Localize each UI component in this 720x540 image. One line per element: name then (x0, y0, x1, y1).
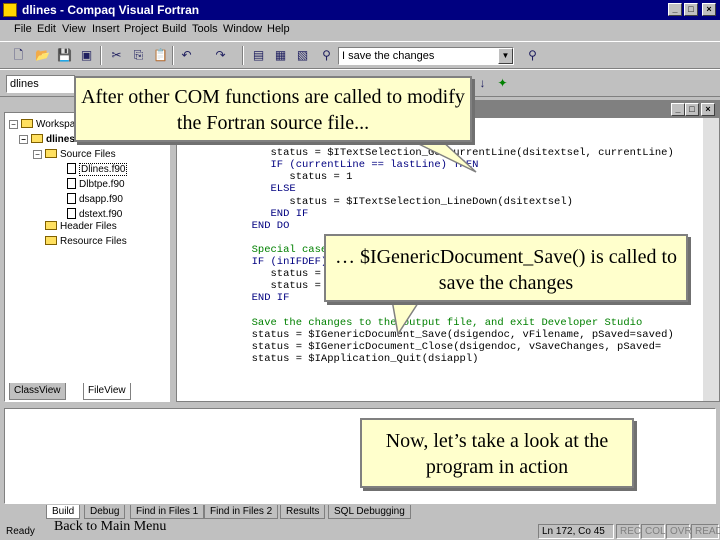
back-to-main-menu-link[interactable]: Back to Main Menu (54, 519, 166, 535)
callout-second: … $IGenericDocument_Save() is called to … (324, 234, 688, 302)
callout-pointer-second (391, 299, 422, 337)
callout-first: After other COM functions are called to … (74, 76, 472, 142)
callout-third: Now, let’s take a look at the program in… (360, 418, 634, 488)
